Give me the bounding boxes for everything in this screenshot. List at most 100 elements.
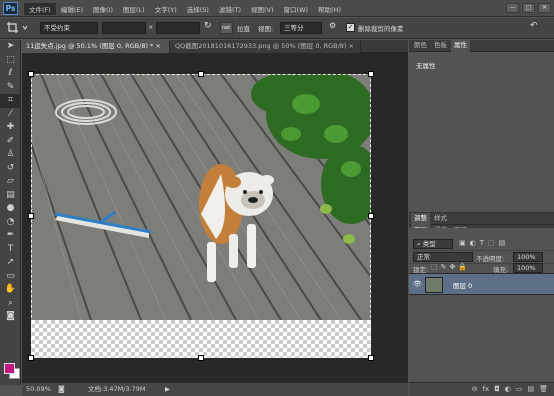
view-select[interactable]: 三等分 xyxy=(280,22,322,34)
tab-document-1[interactable]: 11运失点.jpg @ 50.1% (图层 0, RGB/8) * × xyxy=(22,40,170,53)
fx-icon[interactable]: fx xyxy=(483,383,490,396)
window-controls: — □ ✕ xyxy=(503,3,551,13)
move-icon[interactable]: ➤ xyxy=(0,40,21,54)
new-group-icon[interactable]: ▭ xyxy=(516,383,523,396)
blur-icon[interactable]: ● xyxy=(0,202,21,216)
crop-tool-icon[interactable]: ⌗ xyxy=(0,94,21,108)
document-tabs: 11运失点.jpg @ 50.1% (图层 0, RGB/8) * × QQ截图… xyxy=(22,40,408,53)
menu-bar: Ps 文件(F) 编辑(E) 图像(I) 图层(L) 文字(Y) 选择(S) 滤… xyxy=(0,0,554,17)
adjustment-layer-icon[interactable]: ◐ xyxy=(505,383,511,396)
kind-filter-select[interactable]: ⌕ 类型 xyxy=(413,239,453,249)
crop-handle-right[interactable] xyxy=(368,213,374,219)
filter-icons[interactable]: ▣◐T⬚▤ xyxy=(459,239,509,247)
crop-handle-bottom-right[interactable] xyxy=(368,355,374,361)
healing-icon[interactable]: ✚ xyxy=(0,121,21,135)
opacity-field[interactable]: 100% xyxy=(513,252,543,262)
eye-icon[interactable]: 👁 xyxy=(413,280,422,288)
marquee-icon[interactable]: ⬚ xyxy=(0,54,21,68)
menu-window[interactable]: 窗口(W) xyxy=(279,3,314,15)
crop-icon[interactable] xyxy=(6,21,32,35)
document-area: 11运失点.jpg @ 50.1% (图层 0, RGB/8) * × QQ截图… xyxy=(22,40,408,383)
mask-icon[interactable]: ◘ xyxy=(494,383,500,396)
straighten-button[interactable]: 拉直 xyxy=(237,23,250,33)
lock-icons[interactable]: ⬚✎✥🔒 xyxy=(431,263,470,271)
tab-color[interactable]: 颜色 xyxy=(411,40,430,52)
menu-file[interactable]: 文件(F) xyxy=(24,3,56,15)
menu-edit[interactable]: 编辑(E) xyxy=(56,3,88,15)
status-bar: 50.09% ◙ 文档:3.47M/3.79M ▶ xyxy=(22,382,408,396)
status-icon[interactable]: ◙ xyxy=(58,383,65,395)
properties-panel: 无属性 xyxy=(409,53,554,211)
maximize-button[interactable]: □ xyxy=(522,3,535,13)
zoom-level[interactable]: 50.09% xyxy=(26,383,51,395)
quick-select-icon[interactable]: ✎ xyxy=(0,81,21,95)
zoom-icon[interactable]: ⌕ xyxy=(0,297,21,311)
tab-document-2-label: QQ截图20181016172933.png @ 50% (图层 0, RGB/… xyxy=(175,42,347,50)
delete-cropped-checkbox[interactable]: ✓ xyxy=(346,23,355,32)
foreground-color-swatch[interactable] xyxy=(4,363,15,374)
menu-type[interactable]: 文字(Y) xyxy=(150,3,182,15)
shape-icon[interactable]: ▭ xyxy=(0,270,21,284)
gradient-icon[interactable]: ▤ xyxy=(0,189,21,203)
tab-swatches[interactable]: 色板 xyxy=(431,40,450,52)
blend-row: 正常 不透明度: 100% xyxy=(409,250,554,264)
layers-panel: ⌕ 类型 ▣◐T⬚▤ 正常 不透明度: 100% 锁定: ⬚✎✥🔒 填充: 10… xyxy=(409,228,554,396)
lasso-icon[interactable]: ℓ xyxy=(0,67,21,81)
layers-panel-footer: ⊖ fx ◘ ◐ ▭ ▤ 🗑 xyxy=(409,382,554,396)
brush-icon[interactable]: ✐ xyxy=(0,135,21,149)
dodge-icon[interactable]: ◔ xyxy=(0,216,21,230)
tab-document-1-label: 11运失点.jpg @ 50.1% (图层 0, RGB/8) * xyxy=(26,42,154,50)
straighten-icon[interactable]: nat xyxy=(220,22,233,34)
link-layers-icon[interactable]: ⊖ xyxy=(472,383,478,396)
undo-icon[interactable]: ↶ xyxy=(530,21,538,31)
tab-close-icon[interactable]: × xyxy=(155,42,160,50)
crop-handle-top[interactable] xyxy=(198,71,204,77)
layer-thumbnail xyxy=(425,277,443,293)
tab-styles[interactable]: 样式 xyxy=(431,213,450,225)
crop-handle-top-right[interactable] xyxy=(368,71,374,77)
crop-handle-bottom-left[interactable] xyxy=(28,355,34,361)
path-select-icon[interactable]: ➚ xyxy=(0,256,21,270)
close-button[interactable]: ✕ xyxy=(538,3,551,13)
type-icon[interactable]: T xyxy=(0,243,21,257)
layer-row[interactable]: 👁 图层 0 xyxy=(409,273,554,295)
delete-cropped-label: 删除裁剪的像素 xyxy=(358,25,404,33)
gear-icon[interactable]: ⚙ xyxy=(329,21,336,30)
new-layer-icon[interactable]: ▤ xyxy=(527,383,534,396)
menu-help[interactable]: 帮助(H) xyxy=(313,3,346,15)
canvas[interactable] xyxy=(28,71,374,361)
menu-image[interactable]: 图像(I) xyxy=(88,3,118,15)
crop-handle-top-left[interactable] xyxy=(28,71,34,77)
crop-handle-left[interactable] xyxy=(28,213,34,219)
menu-select[interactable]: 选择(S) xyxy=(182,3,214,15)
stamp-icon[interactable]: ♙ xyxy=(0,148,21,162)
blend-mode-select[interactable]: 正常 xyxy=(413,252,473,262)
tab-close-icon[interactable]: × xyxy=(349,42,354,50)
swap-icon[interactable]: × xyxy=(148,23,153,31)
menu-filter[interactable]: 滤镜(T) xyxy=(214,3,246,15)
hand-icon[interactable]: ✋ xyxy=(0,283,21,297)
height-field[interactable] xyxy=(156,22,200,34)
tools-panel: ➤ ⬚ ℓ ✎ ⌗ ⁄ ✚ ✐ ♙ ↺ ▱ ▤ ● ◔ ✒ T ➚ ▭ ✋ ⌕ … xyxy=(0,40,21,385)
pen-icon[interactable]: ✒ xyxy=(0,229,21,243)
menu-layer[interactable]: 图层(L) xyxy=(118,3,150,15)
quick-mask-icon[interactable]: ◙ xyxy=(0,310,21,324)
layer-name[interactable]: 图层 0 xyxy=(453,280,472,290)
document-size: 文档:3.47M/3.79M xyxy=(88,385,146,393)
eraser-icon[interactable]: ▱ xyxy=(0,175,21,189)
trash-icon[interactable]: 🗑 xyxy=(539,383,548,396)
ratio-select[interactable]: 不受约束 xyxy=(40,22,98,34)
status-menu-icon[interactable]: ▶ xyxy=(165,383,170,395)
tab-adjustments[interactable]: 调整 xyxy=(411,213,430,225)
crop-handle-bottom[interactable] xyxy=(198,355,204,361)
width-field[interactable] xyxy=(102,22,146,34)
menu-view[interactable]: 视图(V) xyxy=(246,3,279,15)
minimize-button[interactable]: — xyxy=(506,3,519,13)
layer-filter-row: ⌕ 类型 ▣◐T⬚▤ xyxy=(409,237,554,251)
reset-icon[interactable]: ↻ xyxy=(204,21,212,31)
fill-field[interactable]: 100% xyxy=(513,263,543,273)
tab-properties[interactable]: 属性 xyxy=(451,40,470,52)
tab-document-2[interactable]: QQ截图20181016172933.png @ 50% (图层 0, RGB/… xyxy=(171,40,361,53)
eyedropper-icon[interactable]: ⁄ xyxy=(0,108,21,122)
history-brush-icon[interactable]: ↺ xyxy=(0,162,21,176)
